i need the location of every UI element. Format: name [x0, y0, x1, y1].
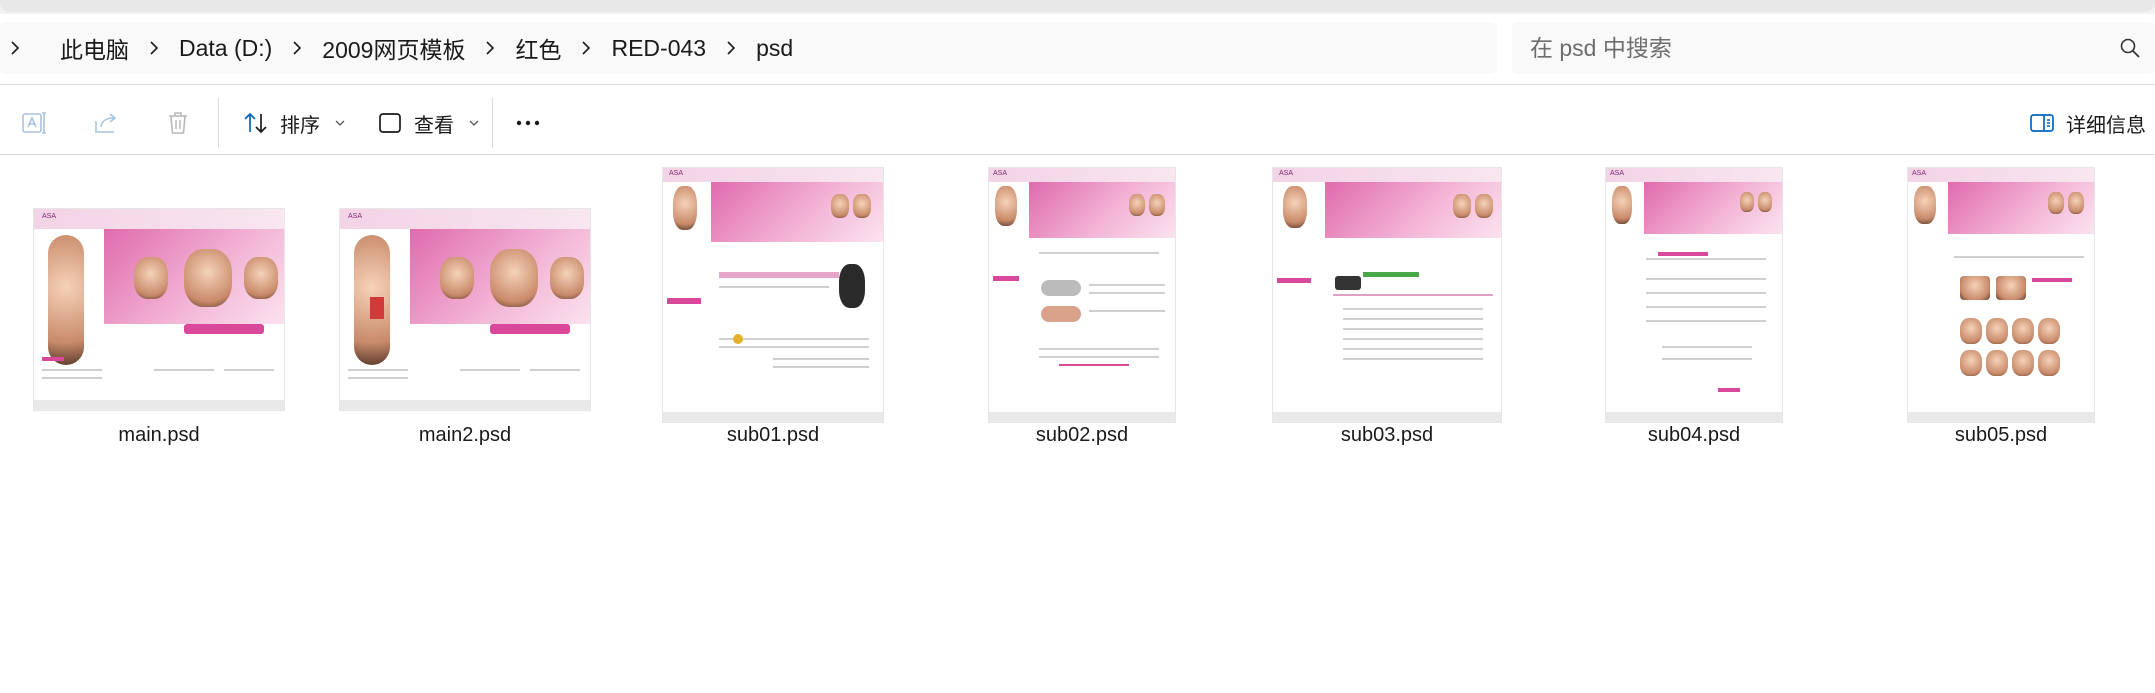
details-pane-label: 详细信息: [2066, 114, 2146, 137]
file-name: sub03.psd: [1340, 424, 1434, 446]
breadcrumb-item-this-pc[interactable]: 此电脑: [48, 25, 141, 71]
file-name: sub05.psd: [1954, 424, 2048, 446]
file-name: main.psd: [118, 424, 200, 446]
search-input[interactable]: [1530, 22, 2090, 74]
rename-button[interactable]: [20, 102, 48, 144]
details-pane-button[interactable]: 详细信息: [2028, 102, 2146, 144]
file-item[interactable]: ASA main2.psd: [340, 168, 590, 458]
rename-icon: [20, 109, 48, 137]
file-item[interactable]: ASA sub01.psd: [648, 168, 898, 458]
file-thumbnail: ASA: [648, 168, 898, 422]
file-item[interactable]: ASA sub02.psd: [957, 168, 1207, 458]
view-label: 查看: [414, 114, 454, 137]
chevron-right-icon[interactable]: [477, 41, 503, 55]
view-icon: [376, 109, 404, 137]
toolbar-divider: [218, 98, 219, 148]
details-pane-icon: [2028, 109, 2056, 137]
header-divider: [0, 84, 2155, 85]
share-icon: [92, 109, 120, 137]
breadcrumb-item-folder-templates[interactable]: 2009网页模板: [310, 25, 477, 71]
chevron-down-icon: [469, 120, 479, 126]
breadcrumb-item-folder-psd[interactable]: psd: [744, 29, 805, 68]
breadcrumb-item-folder-red043[interactable]: RED-043: [599, 29, 718, 68]
breadcrumb-item-folder-red[interactable]: 红色: [503, 25, 573, 71]
toolbar-divider: [492, 98, 493, 148]
chevron-right-icon[interactable]: [284, 41, 310, 55]
breadcrumb-item-drive[interactable]: Data (D:): [167, 29, 284, 68]
chevron-down-icon: [335, 120, 345, 126]
tab-edge: [0, 0, 2155, 12]
breadcrumb: 此电脑 Data (D:) 2009网页模板 红色 RED-043 psd: [0, 22, 805, 74]
file-thumbnail: ASA: [1569, 168, 1819, 422]
file-name: sub04.psd: [1647, 424, 1741, 446]
sort-label: 排序: [280, 114, 320, 137]
file-thumbnail: ASA: [34, 168, 284, 422]
sort-icon: [242, 109, 270, 137]
file-thumbnail: ASA: [1876, 168, 2126, 422]
window-top-strip: [0, 0, 2155, 14]
chevron-right-icon[interactable]: [573, 41, 599, 55]
delete-icon: [164, 109, 192, 137]
file-name: sub01.psd: [726, 424, 820, 446]
file-item[interactable]: ASA sub04.psd: [1569, 168, 1819, 458]
command-bar: 排序 查看 详细信息: [0, 92, 2155, 152]
chevron-right-icon[interactable]: [2, 41, 28, 55]
share-button[interactable]: [92, 102, 120, 144]
file-thumbnail: ASA: [1262, 168, 1512, 422]
search-icon[interactable]: [2119, 37, 2141, 59]
chevron-right-icon[interactable]: [718, 41, 744, 55]
more-icon: [514, 109, 542, 137]
view-button[interactable]: 查看: [376, 102, 480, 144]
file-item[interactable]: ASA sub05.psd: [1876, 168, 2126, 458]
file-name: main2.psd: [418, 424, 512, 446]
file-name: sub02.psd: [1035, 424, 1129, 446]
chevron-right-icon[interactable]: [141, 41, 167, 55]
sort-button[interactable]: 排序: [242, 102, 346, 144]
delete-button[interactable]: [164, 102, 192, 144]
more-options-button[interactable]: [514, 102, 542, 144]
search-box: [1512, 22, 2155, 74]
content-divider: [0, 154, 2155, 155]
file-item[interactable]: ASA main.psd: [34, 168, 284, 458]
address-bar[interactable]: 此电脑 Data (D:) 2009网页模板 红色 RED-043 psd: [0, 22, 1497, 74]
file-thumbnail: ASA: [957, 168, 1207, 422]
file-item[interactable]: ASA sub03.psd: [1262, 168, 1512, 458]
file-thumbnail: ASA: [340, 168, 590, 422]
